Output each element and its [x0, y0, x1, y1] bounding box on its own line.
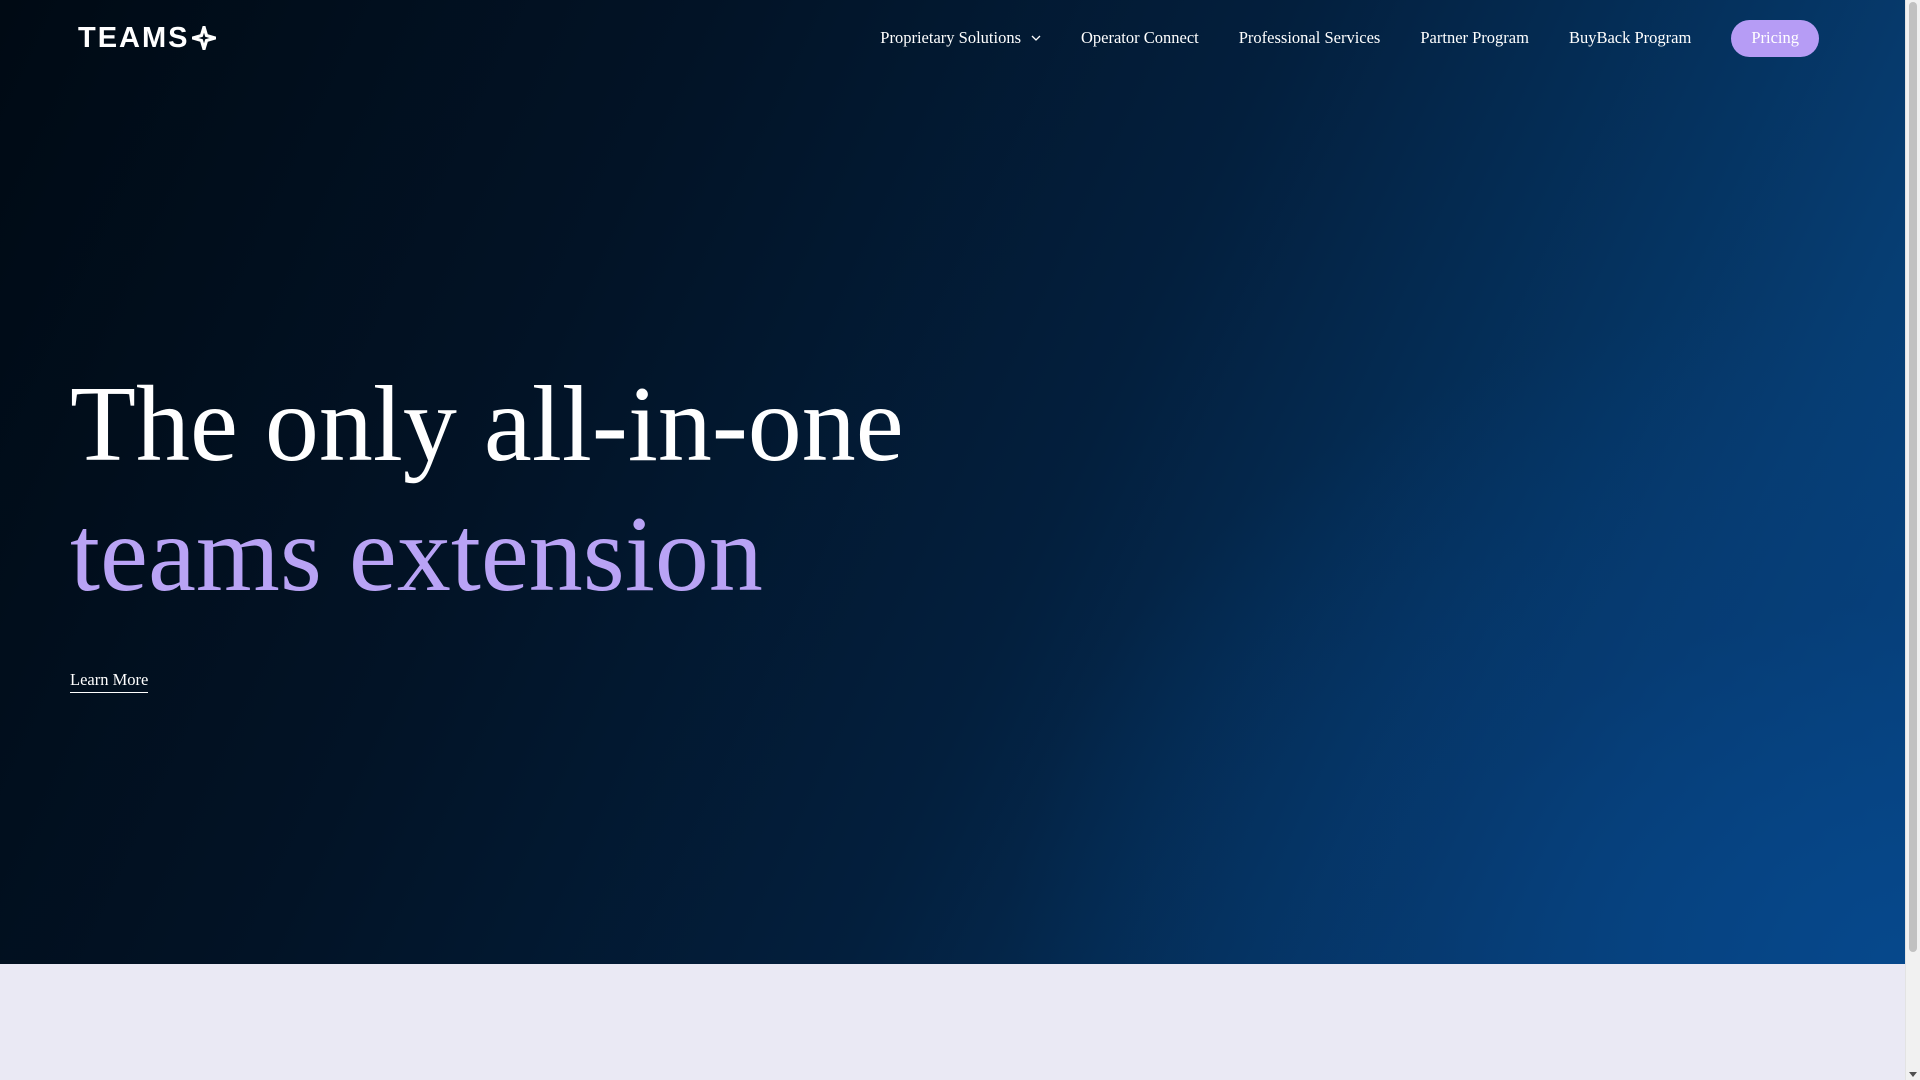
- nav-item-label: Operator Connect: [1081, 28, 1199, 47]
- learn-more-link[interactable]: Learn More: [70, 670, 149, 693]
- scroll-down-arrow-icon[interactable]: [1909, 1072, 1917, 1077]
- teams-logo[interactable]: TEAMS: [78, 22, 216, 54]
- nav-item-label: Proprietary Solutions: [880, 28, 1021, 47]
- pricing-button[interactable]: Pricing: [1731, 19, 1819, 57]
- nav-item-buyback-program[interactable]: BuyBack Program: [1569, 28, 1691, 48]
- scrollbar-thumb[interactable]: [1909, 2, 1917, 952]
- vertical-scrollbar[interactable]: [1905, 0, 1920, 1080]
- nav-item-label: Partner Program: [1420, 28, 1529, 47]
- nav-item-label: Professional Services: [1238, 28, 1381, 47]
- headline-line-1: The only all-in-one: [70, 365, 904, 484]
- main-nav: Proprietary Solutions Operator Connect P…: [880, 19, 1819, 57]
- nav-item-operator-connect[interactable]: Operator Connect: [1081, 28, 1199, 48]
- nav-item-partner-program[interactable]: Partner Program: [1420, 28, 1529, 48]
- hero-headline: The only all-in-one teams extension: [70, 360, 904, 620]
- plus-cross-icon: [191, 26, 216, 50]
- chevron-down-icon: [1031, 35, 1041, 41]
- nav-item-proprietary-solutions[interactable]: Proprietary Solutions: [880, 28, 1041, 48]
- page: TEAMS Proprietary Solutions Operator Con…: [0, 0, 1920, 1080]
- logo-text: TEAMS: [78, 22, 190, 54]
- nav-item-label: BuyBack Program: [1568, 28, 1692, 47]
- lower-section: [0, 964, 1905, 1080]
- hero-section: TEAMS Proprietary Solutions Operator Con…: [0, 0, 1905, 964]
- nav-item-professional-services[interactable]: Professional Services: [1239, 28, 1381, 48]
- headline-line-2: teams extension: [70, 495, 763, 614]
